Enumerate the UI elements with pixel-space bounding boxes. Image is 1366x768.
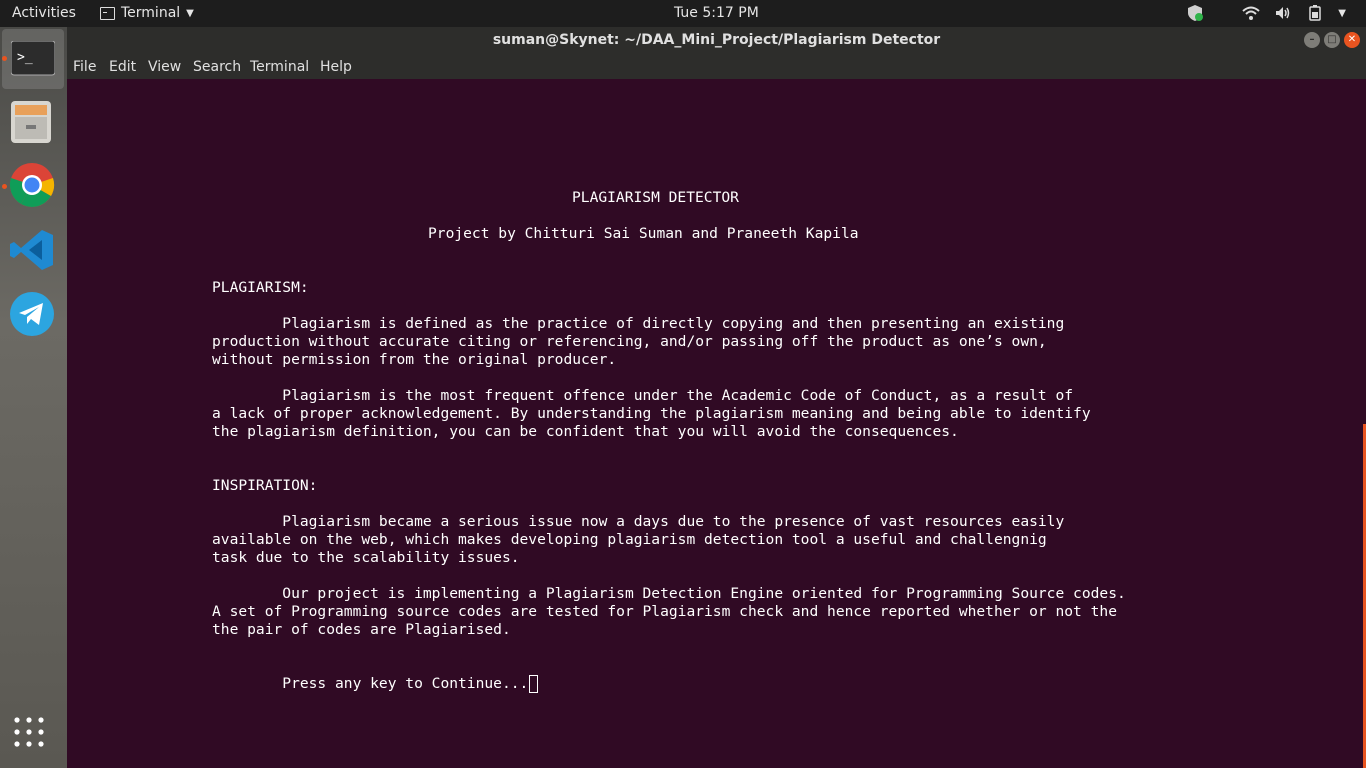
text-line: task due to the scalability issues. xyxy=(212,549,520,566)
text-cursor xyxy=(529,675,539,693)
text-line: Our project is implementing a Plagiarism… xyxy=(212,585,1126,602)
svg-text:>_: >_ xyxy=(17,50,33,65)
text-line: the plagiarism definition, you can be co… xyxy=(212,423,959,440)
text-line: Plagiarism is the most frequent offence … xyxy=(212,387,1074,404)
prompt-text: Press any key to Continue... xyxy=(212,675,529,692)
text-line: Plagiarism became a serious issue now a … xyxy=(212,513,1065,530)
menu-bar: File Edit View Search Terminal Help xyxy=(67,54,1366,79)
show-applications-button[interactable] xyxy=(9,712,57,760)
menu-view[interactable]: View xyxy=(148,59,181,75)
battery-icon[interactable] xyxy=(1306,4,1324,22)
menu-terminal[interactable]: Terminal xyxy=(250,59,309,75)
shield-icon[interactable] xyxy=(1186,4,1204,22)
prompt-line: Press any key to Continue... xyxy=(212,675,539,693)
text-line: a lack of proper acknowledgement. By und… xyxy=(212,405,1091,422)
app-menu-label: Terminal xyxy=(121,5,181,21)
system-tray[interactable]: ▼ xyxy=(1186,4,1346,22)
dock-item-terminal[interactable]: >_ xyxy=(2,29,64,89)
terminal-output[interactable]: PLAGIARISM DETECTOR Project by Chitturi … xyxy=(67,79,1366,768)
menu-search[interactable]: Search xyxy=(193,59,241,75)
telegram-icon xyxy=(10,292,54,336)
menu-file[interactable]: File xyxy=(73,59,96,75)
window-title: suman@Skynet: ~/DAA_Mini_Project/Plagiar… xyxy=(492,32,941,48)
clock[interactable]: Tue 5:17 PM xyxy=(674,5,759,21)
byline: Project by Chitturi Sai Suman and Pranee… xyxy=(428,225,859,242)
heading: PLAGIARISM DETECTOR xyxy=(572,189,739,206)
close-button[interactable]: ✕ xyxy=(1344,32,1360,48)
chevron-down-icon[interactable]: ▼ xyxy=(1338,8,1346,19)
vscode-icon xyxy=(10,230,53,270)
minimize-button[interactable]: – xyxy=(1304,32,1320,48)
running-indicator xyxy=(2,56,7,61)
volume-icon[interactable] xyxy=(1274,4,1292,22)
text-line: A set of Programming source codes are te… xyxy=(212,603,1117,620)
section-title: PLAGIARISM: xyxy=(212,279,309,296)
text-line: Plagiarism is defined as the practice of… xyxy=(212,315,1065,332)
wifi-icon[interactable] xyxy=(1242,4,1260,22)
activities-button[interactable]: Activities xyxy=(12,5,76,21)
dock-item-chrome[interactable] xyxy=(9,162,57,210)
app-grid-icon xyxy=(14,717,44,747)
maximize-button[interactable]: □ xyxy=(1324,32,1340,48)
text-line: the pair of codes are Plagiarised. xyxy=(212,621,511,638)
text-line: available on the web, which makes develo… xyxy=(212,531,1047,548)
top-bar: Activities Terminal ▼ Tue 5:17 PM ▼ xyxy=(0,0,1366,27)
running-indicator xyxy=(2,184,7,189)
section-title: INSPIRATION: xyxy=(212,477,318,494)
dock: >_ xyxy=(0,27,67,768)
app-menu[interactable]: Terminal ▼ xyxy=(100,5,194,21)
terminal-icon: >_ xyxy=(11,41,55,76)
window-title-bar[interactable]: suman@Skynet: ~/DAA_Mini_Project/Plagiar… xyxy=(67,27,1366,54)
text-line: production without accurate citing or re… xyxy=(212,333,1047,350)
chevron-down-icon: ▼ xyxy=(186,7,194,19)
dock-item-vscode[interactable] xyxy=(9,227,57,275)
file-cabinet-icon xyxy=(11,101,51,143)
menu-help[interactable]: Help xyxy=(320,59,352,75)
terminal-icon xyxy=(100,6,115,20)
chrome-icon xyxy=(9,163,55,207)
text-line: without permission from the original pro… xyxy=(212,351,617,368)
dock-item-files[interactable] xyxy=(9,97,57,145)
dock-item-telegram[interactable] xyxy=(9,291,57,339)
menu-edit[interactable]: Edit xyxy=(109,59,136,75)
